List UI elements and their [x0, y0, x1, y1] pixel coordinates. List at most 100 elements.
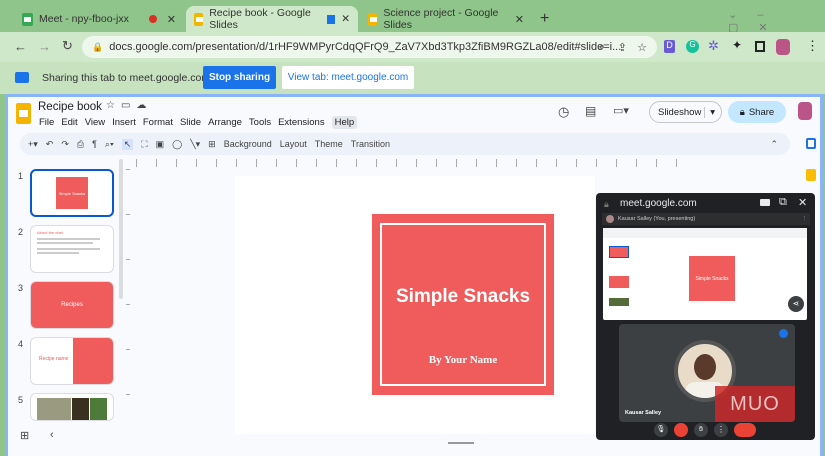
- menu-edit[interactable]: Edit: [61, 117, 77, 128]
- reload-icon[interactable]: ↻: [62, 38, 73, 54]
- menu-slide[interactable]: Slide: [180, 117, 201, 128]
- layout-button[interactable]: Layout: [280, 139, 307, 149]
- close-icon[interactable]: ✕: [341, 13, 350, 25]
- zoom-icon[interactable]: ⌕: [599, 41, 605, 54]
- slide-subtitle[interactable]: By Your Name: [372, 354, 554, 366]
- frame-icon[interactable]: ⛶: [141, 139, 147, 150]
- vertical-ruler: [126, 169, 130, 437]
- tab-meet[interactable]: Meet - npy-fboo-jxx ✕: [14, 6, 184, 32]
- tab-recipe-book[interactable]: Recipe book - Google Slides ✕: [186, 6, 358, 32]
- comments-icon[interactable]: ▤: [585, 104, 596, 118]
- doc-title[interactable]: Recipe book: [38, 101, 102, 113]
- new-tab-button[interactable]: +: [540, 10, 549, 28]
- recording-icon: [148, 15, 157, 23]
- slide-thumb-4[interactable]: Recipe name: [30, 337, 114, 385]
- extension-gear-icon[interactable]: ✲: [708, 38, 719, 54]
- select-icon[interactable]: ↖: [121, 138, 134, 150]
- browser-menu-icon[interactable]: ⋮: [806, 38, 819, 54]
- keep-icon[interactable]: [806, 169, 816, 181]
- share-screen-icon[interactable]: ⋖: [788, 296, 804, 312]
- paint-format-icon[interactable]: ¶: [92, 139, 97, 149]
- sidepanel-icon[interactable]: [755, 41, 765, 52]
- share-page-icon[interactable]: ⇪: [618, 41, 627, 54]
- undo-icon[interactable]: ↶: [46, 139, 54, 150]
- shared-screen-preview: Simple Snacks ⋖: [603, 228, 807, 320]
- redo-icon[interactable]: ↷: [61, 139, 69, 150]
- slide-thumb-5[interactable]: [30, 393, 114, 421]
- back-icon[interactable]: ←: [14, 39, 27, 54]
- sharing-icon: [15, 72, 29, 83]
- close-icon[interactable]: ✕: [515, 13, 524, 26]
- close-icon[interactable]: ✕: [167, 13, 176, 26]
- zoom-icon[interactable]: ⌕▾: [105, 139, 114, 150]
- user-avatar[interactable]: [798, 102, 812, 120]
- background-button[interactable]: Background: [224, 139, 272, 149]
- image-icon[interactable]: ▣: [156, 139, 165, 150]
- slides-icon: [368, 12, 378, 26]
- slide-title[interactable]: Simple Snacks: [372, 286, 554, 308]
- mic-icon[interactable]: 🎙︎: [654, 423, 668, 437]
- menu-tools[interactable]: Tools: [249, 117, 271, 128]
- menu-help[interactable]: Help: [331, 116, 358, 129]
- end-call-icon[interactable]: [734, 423, 756, 437]
- view-tab-button[interactable]: View tab: meet.google.com: [282, 66, 414, 89]
- star-folder-cloud-icons[interactable]: ☆▭☁: [106, 100, 152, 111]
- raise-hand-icon[interactable]: ✋︎: [694, 423, 708, 437]
- slide-canvas[interactable]: Simple Snacks By Your Name: [235, 176, 595, 434]
- url-input[interactable]: 🔒 docs.google.com/presentation/d/1rHF9WM…: [82, 36, 657, 58]
- menu-insert[interactable]: Insert: [112, 117, 136, 128]
- menu-extensions[interactable]: Extensions: [278, 117, 324, 128]
- filmstrip: 1 Simple Snacks 2 About the chef 3 Recip…: [8, 159, 130, 439]
- slides-icon: [194, 12, 204, 26]
- print-icon[interactable]: ⎙: [77, 139, 84, 150]
- grid-view-icon[interactable]: ⊞: [20, 429, 29, 442]
- menu-format[interactable]: Format: [143, 117, 173, 128]
- filmstrip-scrollbar[interactable]: [119, 159, 123, 299]
- slides-logo: [16, 103, 31, 124]
- watermark-logo: MUO: [715, 386, 795, 422]
- line-icon[interactable]: ╲▾: [190, 139, 200, 150]
- slide-thumb-2[interactable]: About the chef: [30, 225, 114, 273]
- resize-handle[interactable]: [448, 442, 474, 444]
- grammarly-icon[interactable]: G: [686, 40, 699, 53]
- share-button[interactable]: 🔒︎ Share: [728, 101, 786, 123]
- collapse-icon[interactable]: ⌃: [770, 139, 778, 150]
- title-card[interactable]: Simple Snacks By Your Name: [372, 214, 554, 395]
- menu-bar: File Edit View Insert Format Slide Arrange Tool…: [39, 116, 364, 129]
- camera-off-icon[interactable]: [674, 423, 688, 437]
- back-to-tab-icon[interactable]: ⧉: [779, 196, 787, 209]
- comment-add-icon[interactable]: ⊞: [208, 139, 216, 150]
- meet-call-icon[interactable]: ▭▾: [613, 104, 629, 117]
- stop-sharing-button[interactable]: Stop sharing: [203, 66, 276, 89]
- extension-d-icon[interactable]: D: [664, 40, 675, 53]
- camera-icon[interactable]: [760, 199, 770, 206]
- menu-file[interactable]: File: [39, 117, 54, 128]
- profile-avatar[interactable]: [776, 39, 790, 55]
- more-icon[interactable]: ⋮: [802, 216, 808, 222]
- horizontal-ruler: [136, 159, 696, 167]
- bookmark-star-icon[interactable]: ☆: [637, 41, 647, 54]
- chevron-down-icon[interactable]: ▾: [704, 106, 715, 118]
- presenter-bar: Kausar Salley (You, presenting) ⋮: [602, 213, 810, 225]
- avatar: [606, 215, 614, 223]
- tab-science-project[interactable]: Science project - Google Slides ✕: [360, 6, 532, 32]
- slide-thumb-1[interactable]: Simple Snacks: [30, 169, 114, 217]
- slideshow-button[interactable]: Slideshow ▾: [649, 101, 722, 123]
- collapse-filmstrip-icon[interactable]: ‹: [50, 429, 54, 441]
- new-slide-icon[interactable]: +▾: [28, 139, 38, 150]
- theme-button[interactable]: Theme: [315, 139, 343, 149]
- window-controls[interactable]: ⌄–▢✕: [728, 8, 825, 34]
- speaking-indicator-icon: [779, 329, 788, 338]
- calendar-icon[interactable]: [806, 138, 816, 149]
- history-icon[interactable]: ◷: [558, 104, 569, 120]
- transition-button[interactable]: Transition: [351, 139, 390, 149]
- more-options-icon[interactable]: ⋮: [714, 423, 728, 437]
- forward-icon[interactable]: →: [38, 39, 51, 54]
- lock-icon: 🔒: [92, 41, 104, 52]
- menu-arrange[interactable]: Arrange: [208, 117, 242, 128]
- extensions-puzzle-icon[interactable]: ✦: [732, 38, 742, 52]
- shape-icon[interactable]: ◯: [172, 139, 182, 150]
- slide-thumb-3[interactable]: Recipes: [30, 281, 114, 329]
- close-icon[interactable]: ✕: [798, 196, 807, 209]
- menu-view[interactable]: View: [85, 117, 105, 128]
